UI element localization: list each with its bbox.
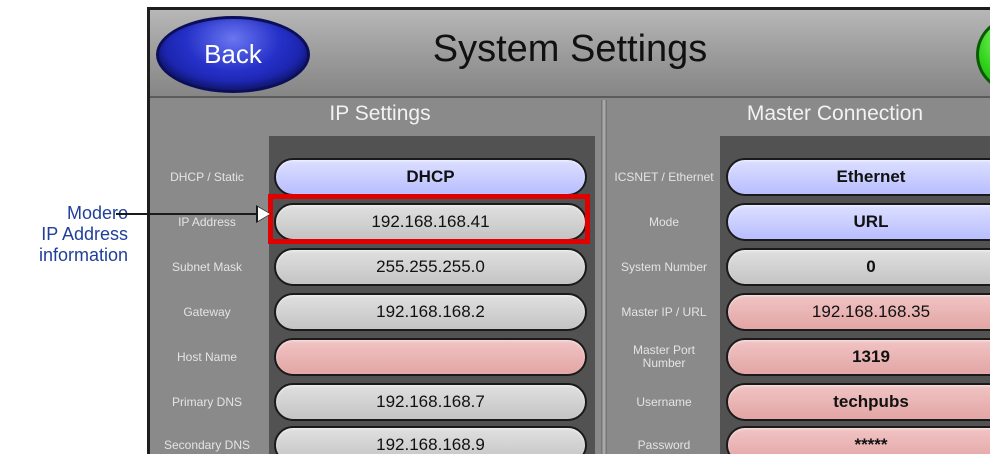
label-primary-dns: Primary DNS [171, 394, 242, 409]
host-name-field[interactable] [274, 338, 587, 376]
master-port-number-field[interactable]: 1319 [726, 338, 990, 376]
label-host-name: Host Name [176, 349, 238, 364]
dhcp-static-button[interactable]: DHCP [274, 158, 587, 196]
master-connection-title: Master Connection [746, 102, 924, 125]
master-ip-url-field[interactable]: 192.168.168.35 [726, 293, 990, 331]
system-number-field[interactable]: 0 [726, 248, 990, 286]
label-icsnet-ethernet: ICSNET / Ethernet [614, 169, 714, 184]
callout-arrow-fill [258, 207, 270, 221]
password-field[interactable]: ***** [726, 426, 990, 454]
callout-line-3: information [38, 245, 128, 265]
header-bar: Back System Settings [150, 10, 990, 98]
page-title: System Settings [432, 28, 708, 70]
label-username: Username [636, 394, 692, 409]
callout-line-2: IP Address [41, 224, 128, 244]
label-dhcp-static: DHCP / Static [170, 169, 244, 184]
label-master-port-number: Master Port Number [632, 343, 695, 370]
primary-dns-field[interactable]: 192.168.168.7 [274, 383, 587, 421]
label-ip-address: IP Address [178, 214, 236, 229]
gateway-field[interactable]: 192.168.168.2 [274, 293, 587, 331]
callout-connector-line [116, 213, 262, 215]
label-master-ip-url: Master IP / URL [621, 304, 707, 319]
secondary-dns-field[interactable]: 192.168.168.9 [274, 426, 587, 454]
mode-button[interactable]: URL [726, 203, 990, 241]
column-divider [601, 100, 607, 454]
callout-line-1: Modero [66, 203, 128, 223]
label-password: Password [637, 437, 691, 452]
ip-settings-title: IP Settings [329, 102, 431, 125]
label-secondary-dns: Secondary DNS [163, 437, 251, 452]
label-subnet-mask: Subnet Mask [171, 259, 243, 274]
subnet-mask-field[interactable]: 255.255.255.0 [274, 248, 587, 286]
label-system-number: System Number [620, 259, 708, 274]
callout-annotation: Modero IP Address information [0, 203, 128, 266]
label-gateway: Gateway [183, 304, 231, 319]
ip-address-highlight-box [268, 194, 590, 244]
label-mode: Mode [648, 214, 680, 229]
username-field[interactable]: techpubs [726, 383, 990, 421]
icsnet-ethernet-button[interactable]: Ethernet [726, 158, 990, 196]
